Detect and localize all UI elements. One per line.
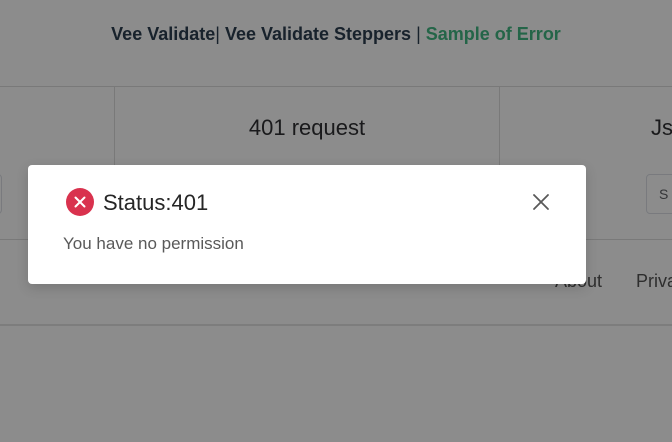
close-icon[interactable] xyxy=(532,193,550,211)
modal-title: Status:401 xyxy=(103,190,209,215)
error-modal: Status:401 You have no permission xyxy=(28,165,586,284)
modal-message: You have no permission xyxy=(63,234,244,253)
page: Vee Validate| Vee Validate Steppers | Sa… xyxy=(0,0,672,442)
error-circle-icon xyxy=(66,188,94,216)
